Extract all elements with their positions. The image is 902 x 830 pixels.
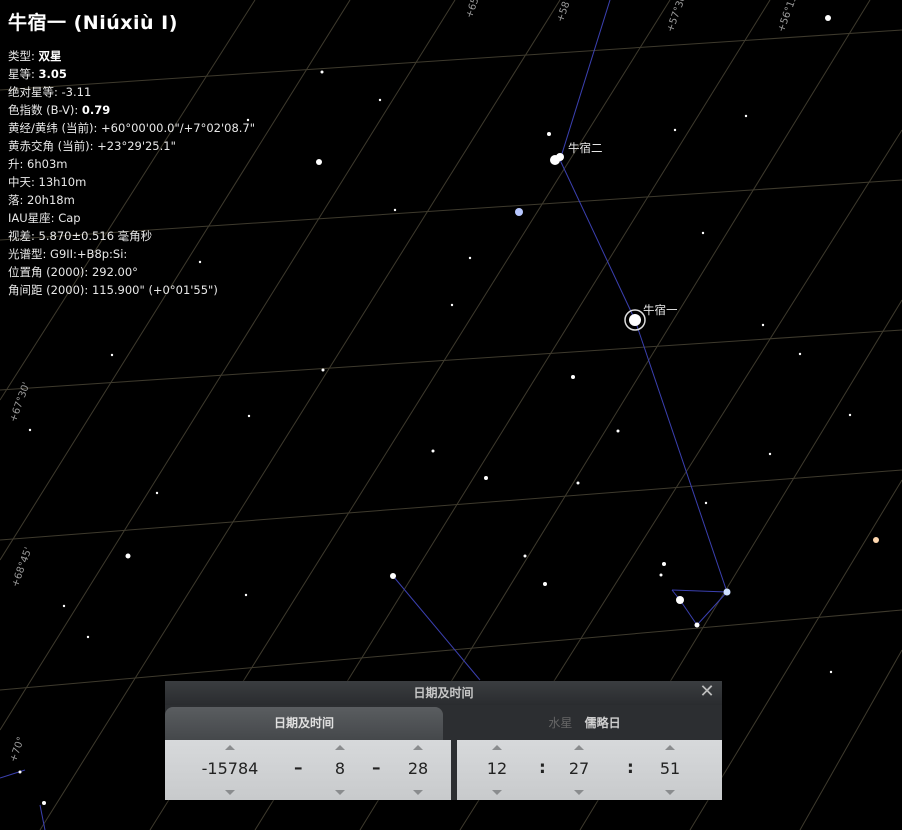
chevron-down-icon[interactable] (225, 790, 235, 795)
info-label: IAU星座: (8, 211, 59, 225)
tab-date-time[interactable]: 日期及时间 (165, 707, 443, 740)
year-spinbox[interactable]: -15784 (190, 740, 270, 800)
info-label: 中天: (8, 175, 39, 189)
info-row: 角间距 (2000): 115.900" (+0°01'55") (8, 281, 255, 299)
chevron-down-icon[interactable] (413, 790, 423, 795)
info-label: 黄经/黄纬 (当前): (8, 121, 102, 135)
info-row: 色指数 (B-V): 0.79 (8, 101, 255, 119)
hour-value[interactable]: 12 (477, 759, 517, 778)
time-panel: 12 : 27 : 51 (457, 740, 722, 800)
time-separator: : (539, 758, 546, 778)
star-niuxiu-1 (629, 314, 641, 326)
info-value: 292.00° (91, 265, 138, 279)
info-row: IAU星座: Cap (8, 209, 255, 227)
close-icon[interactable]: ✕ (698, 683, 716, 701)
tab-julian-day-label: 儒略日 (584, 716, 621, 730)
info-row: 落: 20h18m (8, 191, 255, 209)
time-separator: : (627, 758, 634, 778)
info-row: 星等: 3.05 (8, 65, 255, 83)
info-label: 角间距 (2000): (8, 283, 92, 297)
info-value: 115.900" (+0°01'55") (91, 283, 218, 297)
info-value: 13h10m (38, 175, 87, 189)
info-row: 黄经/黄纬 (当前): +60°00'00.0"/+7°02'08.7" (8, 119, 255, 137)
month-value[interactable]: 8 (320, 759, 360, 778)
tab-ghost-label: 水星 (548, 716, 573, 730)
info-row: 中天: 13h10m (8, 173, 255, 191)
chevron-down-icon[interactable] (574, 790, 584, 795)
tab-julian-day[interactable]: 水星 儒略日 (447, 707, 722, 740)
star-label-niuxiu-1: 牛宿一 (643, 303, 678, 317)
chevron-up-icon[interactable] (335, 745, 345, 750)
info-label: 绝对星等: (8, 85, 62, 99)
info-value: G9II:+B8p:Si: (50, 247, 128, 261)
info-row: 位置角 (2000): 292.00° (8, 263, 255, 281)
date-separator: – (294, 758, 303, 778)
dialog-tabs: 日期及时间 水星 儒略日 (165, 705, 722, 740)
date-panel: -15784 – 8 – 28 (165, 740, 451, 800)
info-row: 类型: 双星 (8, 47, 255, 65)
info-row: 升: 6h03m (8, 155, 255, 173)
hour-spinbox[interactable]: 12 (477, 740, 517, 800)
date-time-dialog[interactable]: 日期及时间 ✕ 日期及时间 水星 儒略日 -15784 – 8 – 28 12 … (165, 681, 722, 800)
month-spinbox[interactable]: 8 (320, 740, 360, 800)
chevron-down-icon[interactable] (335, 790, 345, 795)
chevron-down-icon[interactable] (665, 790, 675, 795)
chevron-up-icon[interactable] (574, 745, 584, 750)
info-label: 位置角 (2000): (8, 265, 92, 279)
info-row: 视差: 5.870±0.516 毫角秒 (8, 227, 255, 245)
info-label: 升: (8, 157, 28, 171)
info-label: 视差: (8, 229, 39, 243)
info-row: 黄赤交角 (当前): +23°29'25.1" (8, 137, 255, 155)
info-value: +23°29'25.1" (97, 139, 176, 153)
dialog-title: 日期及时间 (413, 686, 474, 700)
object-info-panel: 牛宿一 (Niúxiù I) 类型: 双星 星等: 3.05 绝对星等: -3.11… (8, 8, 255, 299)
minute-value[interactable]: 27 (559, 759, 599, 778)
chevron-up-icon[interactable] (665, 745, 675, 750)
info-value: Cap (58, 211, 81, 225)
info-value: 5.870±0.516 毫角秒 (38, 229, 153, 243)
star-label-niuxiu-2: 牛宿二 (568, 141, 603, 155)
info-value: +60°00'00.0"/+7°02'08.7" (101, 121, 256, 135)
info-row: 绝对星等: -3.11 (8, 83, 255, 101)
info-value: 0.79 (81, 103, 111, 117)
info-label: 类型: (8, 49, 39, 63)
chevron-up-icon[interactable] (492, 745, 502, 750)
day-value[interactable]: 28 (398, 759, 438, 778)
second-spinbox[interactable]: 51 (650, 740, 690, 800)
chevron-up-icon[interactable] (413, 745, 423, 750)
chevron-down-icon[interactable] (492, 790, 502, 795)
info-value: 3.05 (38, 67, 67, 81)
info-value: -3.11 (61, 85, 92, 99)
second-value[interactable]: 51 (650, 759, 690, 778)
info-value: 20h18m (27, 193, 75, 207)
year-value[interactable]: -15784 (190, 759, 270, 778)
object-title: 牛宿一 (Niúxiù I) (8, 12, 178, 34)
info-label: 色指数 (B-V): (8, 103, 82, 117)
day-spinbox[interactable]: 28 (398, 740, 438, 800)
info-label: 光谱型: (8, 247, 51, 261)
date-separator: – (372, 758, 381, 778)
info-label: 落: (8, 193, 28, 207)
info-row: 光谱型: G9II:+B8p:Si: (8, 245, 255, 263)
info-value: 6h03m (27, 157, 68, 171)
info-value: 双星 (38, 49, 62, 63)
minute-spinbox[interactable]: 27 (559, 740, 599, 800)
info-label: 黄赤交角 (当前): (8, 139, 98, 153)
info-label: 星等: (8, 67, 39, 81)
dialog-titlebar[interactable]: 日期及时间 ✕ (165, 681, 722, 705)
chevron-up-icon[interactable] (225, 745, 235, 750)
